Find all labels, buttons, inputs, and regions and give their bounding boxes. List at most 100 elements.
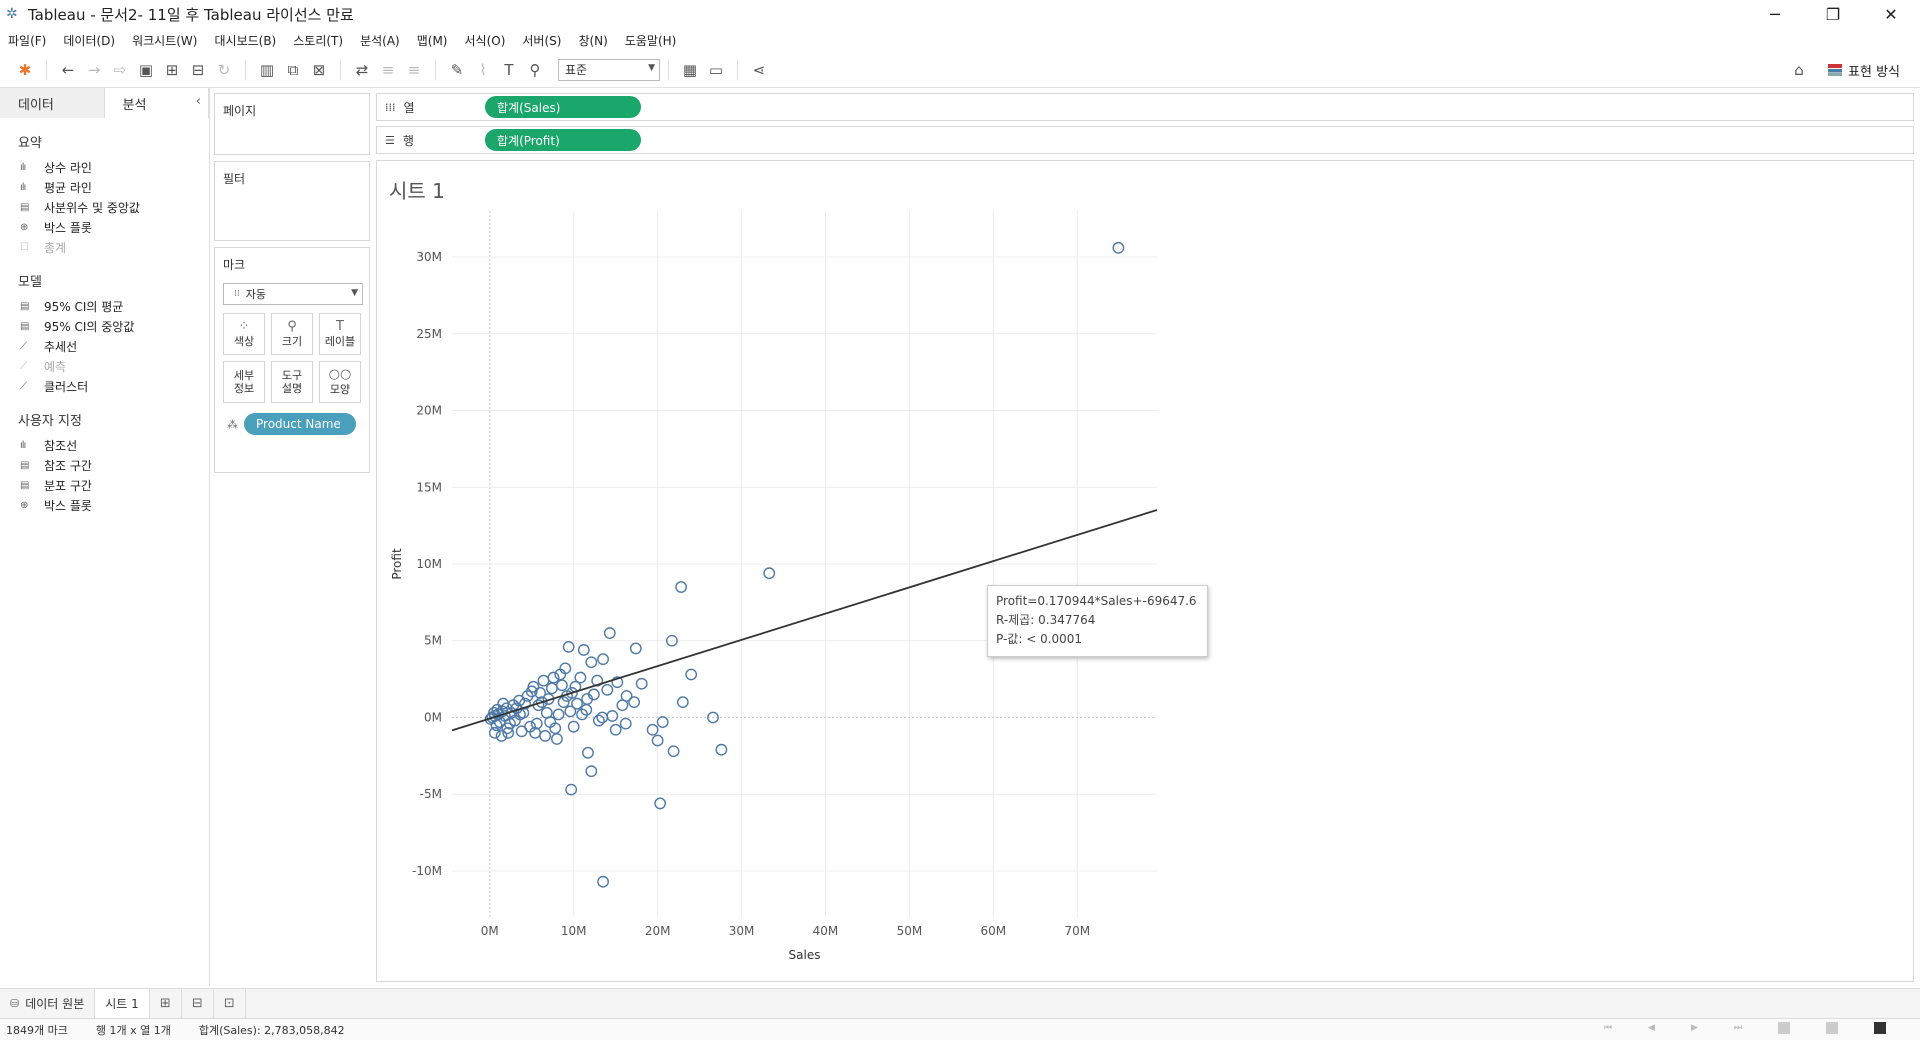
marks-shape-button[interactable]: ○○ 모양 (319, 361, 361, 403)
new-story-icon[interactable]: ⊡ (214, 988, 246, 1019)
redo-icon[interactable]: → (81, 58, 107, 82)
data-point[interactable] (685, 668, 698, 681)
data-point[interactable] (577, 644, 590, 656)
data-point[interactable] (545, 682, 558, 695)
analytics-item[interactable]: ılı 참조선 (0, 435, 209, 455)
new-worksheet-icon[interactable]: ⊞ (150, 988, 182, 1019)
clear-sheet-icon[interactable]: ⊠ (306, 58, 332, 82)
tab-analytics[interactable]: 분석 (104, 88, 209, 118)
data-point[interactable] (763, 567, 776, 580)
mark-type-select[interactable]: ⁞⁞ 자동 ▼ (223, 283, 363, 305)
pages-card[interactable]: 페이지 (214, 93, 370, 155)
view-sorter-icon[interactable] (1826, 1022, 1838, 1034)
data-point[interactable] (537, 674, 550, 687)
menu-data[interactable]: 데이터(D) (63, 32, 115, 49)
data-point[interactable] (629, 642, 642, 655)
analytics-item[interactable]: ▤ 분포 구간 (0, 475, 209, 495)
tab-data[interactable]: 데이터 (0, 88, 105, 118)
data-point[interactable] (556, 679, 568, 692)
data-point[interactable] (539, 729, 552, 742)
collapse-pane-icon[interactable]: ‹ (196, 94, 201, 109)
menu-window[interactable]: 창(N) (578, 32, 607, 49)
analytics-item[interactable]: ⊕ 박스 플롯 (0, 495, 209, 515)
data-point[interactable] (552, 708, 565, 721)
data-point[interactable] (656, 716, 669, 728)
marks-tooltip-button[interactable]: 도구 설명 (271, 361, 313, 403)
group-icon[interactable]: ⌇ (470, 58, 496, 82)
new-data-source-icon[interactable]: ⊞ (159, 58, 185, 82)
minimize-button[interactable]: ─ (1746, 0, 1804, 28)
menu-file[interactable]: 파일(F) (8, 32, 46, 49)
data-point[interactable] (585, 765, 598, 778)
new-worksheet-icon[interactable]: ▥ (254, 58, 280, 82)
marks-size-button[interactable]: ⚲ 크기 (271, 313, 313, 355)
data-point[interactable] (628, 696, 641, 709)
prev-page-icon[interactable]: ◀ (1648, 1023, 1655, 1033)
data-point[interactable] (609, 723, 622, 736)
worksheet-view[interactable]: 시트 1 0M 10M 20M 30M 40M 50M 60M 70M 30M 25M 20M 15… (376, 160, 1914, 982)
show-cards-icon[interactable]: ▦ (677, 58, 703, 82)
data-point[interactable] (675, 581, 688, 593)
data-point[interactable] (667, 745, 680, 758)
data-point[interactable] (1112, 241, 1125, 254)
pin-icon[interactable]: ⚲ (522, 58, 548, 82)
replay-icon[interactable]: ⇨ (107, 58, 133, 82)
show-me-button[interactable]: 표현 방식 (1828, 61, 1900, 80)
scatter-chart[interactable]: 0M 10M 20M 30M 40M 50M 60M 70M 30M 25M 20M 15M 10M 5… (377, 161, 1913, 981)
view-tabs-icon[interactable] (1874, 1022, 1886, 1034)
menu-help[interactable]: 도움말(H) (625, 32, 677, 49)
menu-worksheet[interactable]: 워크시트(W) (132, 32, 197, 49)
menu-map[interactable]: 맵(M) (417, 32, 448, 49)
analytics-item[interactable]: ☐ 총계 (0, 237, 209, 257)
data-point[interactable] (597, 653, 609, 666)
data-point[interactable] (551, 733, 563, 745)
data-point[interactable] (619, 717, 632, 730)
close-button[interactable]: ✕ (1862, 0, 1920, 28)
swap-icon[interactable]: ⇄ (349, 58, 375, 82)
tableau-home-icon[interactable]: ✱ (12, 58, 38, 82)
fit-select[interactable]: 표준 ▼ (558, 58, 660, 81)
analytics-item[interactable]: ⟋ 추세선 (0, 336, 209, 356)
data-point[interactable] (616, 699, 629, 712)
presentation-icon[interactable]: ▭ (703, 58, 729, 82)
data-point[interactable] (585, 656, 598, 669)
analytics-item[interactable]: ▤ 95% CI의 중앙값 (0, 316, 209, 336)
pause-updates-icon[interactable]: ⊟ (185, 58, 211, 82)
refresh-icon[interactable]: ↻ (211, 58, 237, 82)
marks-color-button[interactable]: ⁘ 색상 (223, 313, 265, 355)
data-point[interactable] (582, 746, 594, 759)
sheet-tab[interactable]: 시트 1 (95, 988, 150, 1019)
columns-shelf[interactable]: ⁞⁞⁞ 열 합계(Sales) (376, 93, 1914, 121)
analytics-item[interactable]: ⊕ 박스 플롯 (0, 217, 209, 237)
product-name-pill[interactable]: Product Name (244, 413, 356, 435)
duplicate-sheet-icon[interactable]: ⧉ (280, 58, 306, 82)
analytics-item[interactable]: ⟋ 예측 (0, 356, 209, 376)
next-page-icon[interactable]: ▶ (1691, 1023, 1698, 1033)
menu-analysis[interactable]: 분석(A) (360, 32, 400, 49)
marks-detail-button[interactable]: 세부 정보 (223, 361, 265, 403)
last-page-icon[interactable]: ⏭ (1734, 1023, 1742, 1033)
data-point[interactable] (654, 797, 667, 810)
rows-shelf[interactable]: ☰ 행 합계(Profit) (376, 126, 1914, 154)
menu-story[interactable]: 스토리(T) (293, 32, 343, 49)
analytics-item[interactable]: ılı 평균 라인 (0, 177, 209, 197)
data-point[interactable] (635, 677, 648, 690)
data-point[interactable] (715, 743, 728, 756)
analytics-item[interactable]: ▤ 참조 구간 (0, 455, 209, 475)
data-point[interactable] (557, 696, 570, 709)
data-point[interactable] (601, 683, 614, 696)
sort-descending-icon[interactable]: ≡ (401, 58, 427, 82)
restore-button[interactable]: ❐ (1804, 0, 1862, 28)
data-point[interactable] (646, 723, 659, 736)
analytics-item[interactable]: ▤ 사분위수 및 중앙값 (0, 197, 209, 217)
trend-line-annotation[interactable]: Profit=0.170944*Sales+-69647.6 R-제곱: 0.3… (987, 585, 1208, 657)
share-icon[interactable]: ⋖ (746, 58, 772, 82)
view-filmstrip-icon[interactable] (1778, 1022, 1790, 1034)
data-point[interactable] (565, 783, 578, 796)
profit-pill[interactable]: 합계(Profit) (485, 129, 641, 151)
data-point[interactable] (562, 640, 575, 653)
data-point[interactable] (603, 627, 616, 639)
data-source-tab[interactable]: ⛁ 데이터 원본 (0, 988, 96, 1019)
format-painter-icon[interactable]: ⌂ (1786, 58, 1812, 82)
analytics-item[interactable]: ▤ 95% CI의 평균 (0, 296, 209, 316)
